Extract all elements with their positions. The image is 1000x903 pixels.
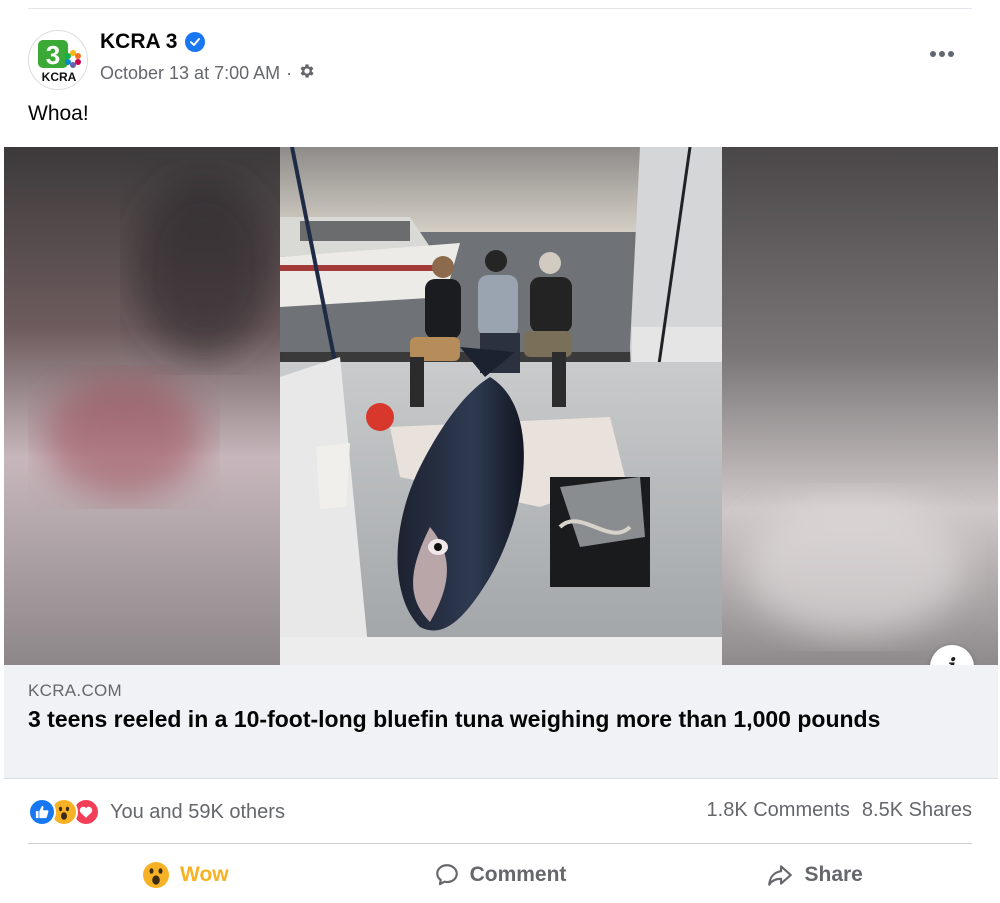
actions-divider	[28, 843, 972, 844]
comment-icon	[435, 864, 458, 886]
top-divider	[28, 8, 972, 9]
share-button[interactable]: Share	[657, 850, 972, 900]
share-arrow-icon	[768, 865, 793, 886]
svg-text:KCRA: KCRA	[42, 70, 77, 84]
reactions-text[interactable]: You and 59K others	[110, 801, 285, 824]
link-domain: KCRA.COM	[28, 681, 123, 700]
wow-emoji-icon	[143, 862, 170, 888]
verified-badge-icon	[185, 32, 206, 52]
link-headline[interactable]: 3 teens reeled in a 10-foot-long bluefin…	[28, 705, 928, 734]
engagement-counts: 1.8K Comments 8.5K Shares	[707, 799, 972, 822]
post-card: 3 KCRA KCRA 3 October 13 at 7:00 AM · Wh…	[0, 0, 1000, 903]
share-label: Share	[804, 863, 863, 886]
post-meta: October 13 at 7:00 AM ·	[100, 62, 316, 85]
comments-count[interactable]: 1.8K Comments	[707, 799, 850, 822]
page-name-text[interactable]: KCRA 3	[100, 30, 177, 54]
shares-count[interactable]: 8.5K Shares	[862, 799, 972, 822]
link-preview[interactable]: KCRA.COM 3 teens reeled in a 10-foot-lon…	[4, 665, 998, 779]
more-options-button[interactable]	[922, 36, 962, 72]
tuna-photo	[280, 147, 722, 665]
reactions-summary[interactable]: You and 59K others	[28, 795, 285, 829]
svg-text:3: 3	[46, 40, 60, 70]
like-icon	[28, 798, 56, 826]
gear-icon[interactable]	[298, 62, 316, 85]
meta-separator: ·	[286, 63, 293, 83]
more-dots-icon	[930, 51, 954, 57]
wow-reaction-button[interactable]: Wow	[28, 850, 343, 900]
comment-label: Comment	[469, 863, 567, 886]
post-media[interactable]: i	[4, 147, 998, 665]
post-caption: Whoa!	[28, 102, 89, 125]
page-avatar[interactable]: 3 KCRA	[28, 30, 88, 90]
action-bar: Wow Comment Share	[28, 850, 972, 900]
wow-label: Wow	[180, 863, 229, 886]
kcra-logo-icon: 3 KCRA	[38, 40, 81, 84]
page-name[interactable]: KCRA 3	[100, 30, 206, 54]
post-timestamp[interactable]: October 13 at 7:00 AM	[100, 63, 280, 84]
comment-button[interactable]: Comment	[343, 850, 658, 900]
